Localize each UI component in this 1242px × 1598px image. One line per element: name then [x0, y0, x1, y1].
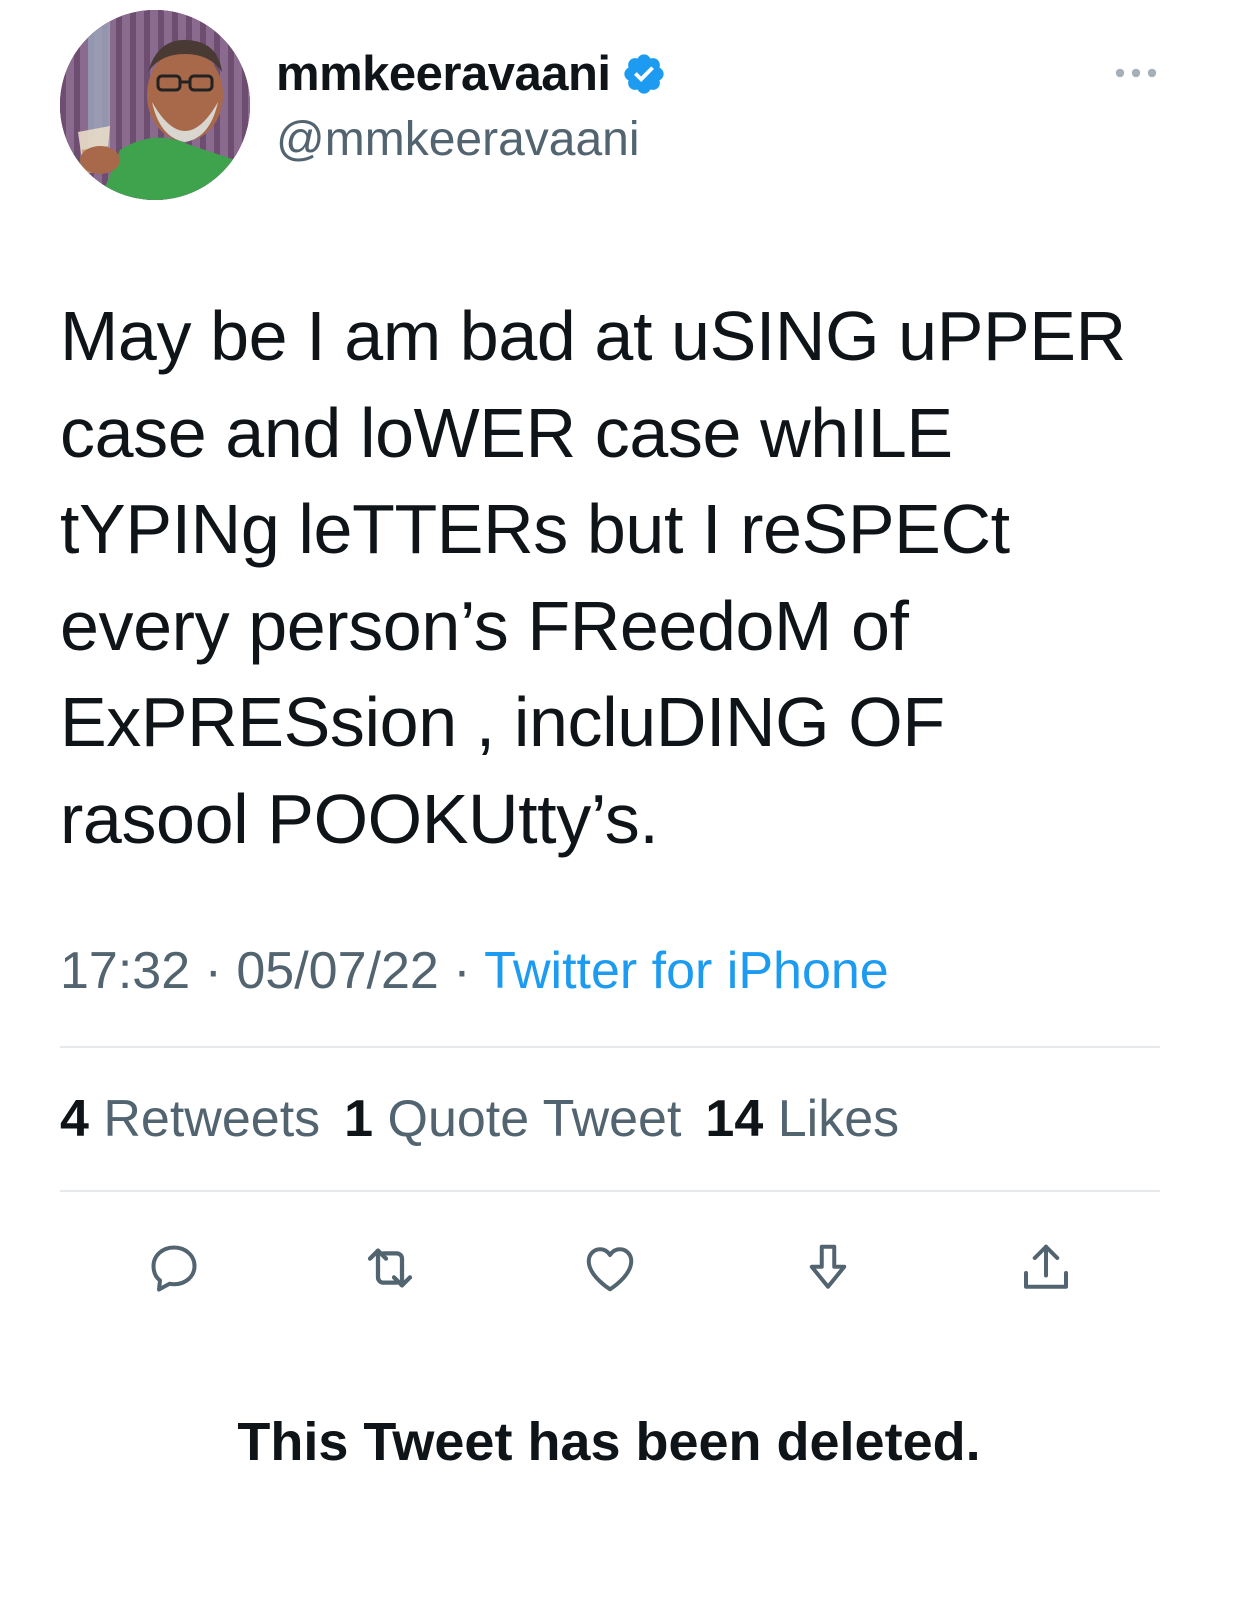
- tweet-text: May be I am bad at uSING uPPER case and …: [60, 297, 1126, 858]
- retweet-button[interactable]: [358, 1236, 422, 1300]
- quotes-count: 1: [344, 1090, 374, 1148]
- author-name-row[interactable]: mmkeeravaani: [276, 44, 667, 104]
- divider: [60, 1046, 1160, 1048]
- meta-separator: ·: [204, 942, 222, 1000]
- display-name[interactable]: mmkeeravaani: [276, 44, 611, 104]
- more-dots-icon: [1115, 68, 1157, 78]
- like-button[interactable]: [578, 1236, 642, 1300]
- share-upload-icon: [1024, 1244, 1068, 1289]
- retweets-stat[interactable]: 4 Retweets: [60, 1090, 320, 1148]
- tweet-date[interactable]: 05/07/22: [236, 942, 438, 1000]
- likes-count: 14: [705, 1090, 764, 1148]
- tweet-stats: 4 Retweets 1 Quote Tweet 14 Likes: [60, 1084, 899, 1154]
- quotes-stat[interactable]: 1 Quote Tweet: [344, 1090, 681, 1148]
- more-options-button[interactable]: [1108, 56, 1164, 90]
- likes-stat[interactable]: 14 Likes: [705, 1090, 899, 1148]
- tweet-detail: mmkeeravaani @mmkeeravaani May be I am b…: [0, 0, 1242, 1598]
- verified-badge-icon: [621, 51, 667, 97]
- divider: [60, 1190, 1160, 1192]
- tweet-source-link[interactable]: Twitter for iPhone: [484, 942, 889, 1000]
- retweets-count: 4: [60, 1090, 89, 1148]
- user-handle[interactable]: @mmkeeravaani: [276, 110, 640, 170]
- tweet-time[interactable]: 17:32: [60, 942, 190, 1000]
- heart-icon: [586, 1247, 634, 1292]
- deleted-notice: This Tweet has been deleted.: [237, 1412, 981, 1472]
- bookmark-button[interactable]: [796, 1236, 860, 1300]
- retweet-arrows-icon: [367, 1248, 413, 1288]
- quotes-label: Quote Tweet: [387, 1090, 682, 1148]
- speech-bubble-icon: [151, 1245, 197, 1292]
- reply-button[interactable]: [142, 1236, 206, 1300]
- profile-photo-avatar: [60, 10, 250, 200]
- download-arrow-icon: [809, 1244, 847, 1289]
- meta-separator: ·: [453, 942, 471, 1000]
- likes-label: Likes: [777, 1090, 900, 1148]
- avatar[interactable]: [60, 10, 250, 200]
- retweets-label: Retweets: [103, 1090, 321, 1148]
- share-button[interactable]: [1014, 1236, 1078, 1300]
- tweet-meta: 17:32 · 05/07/22 · Twitter for iPhone: [60, 936, 889, 1006]
